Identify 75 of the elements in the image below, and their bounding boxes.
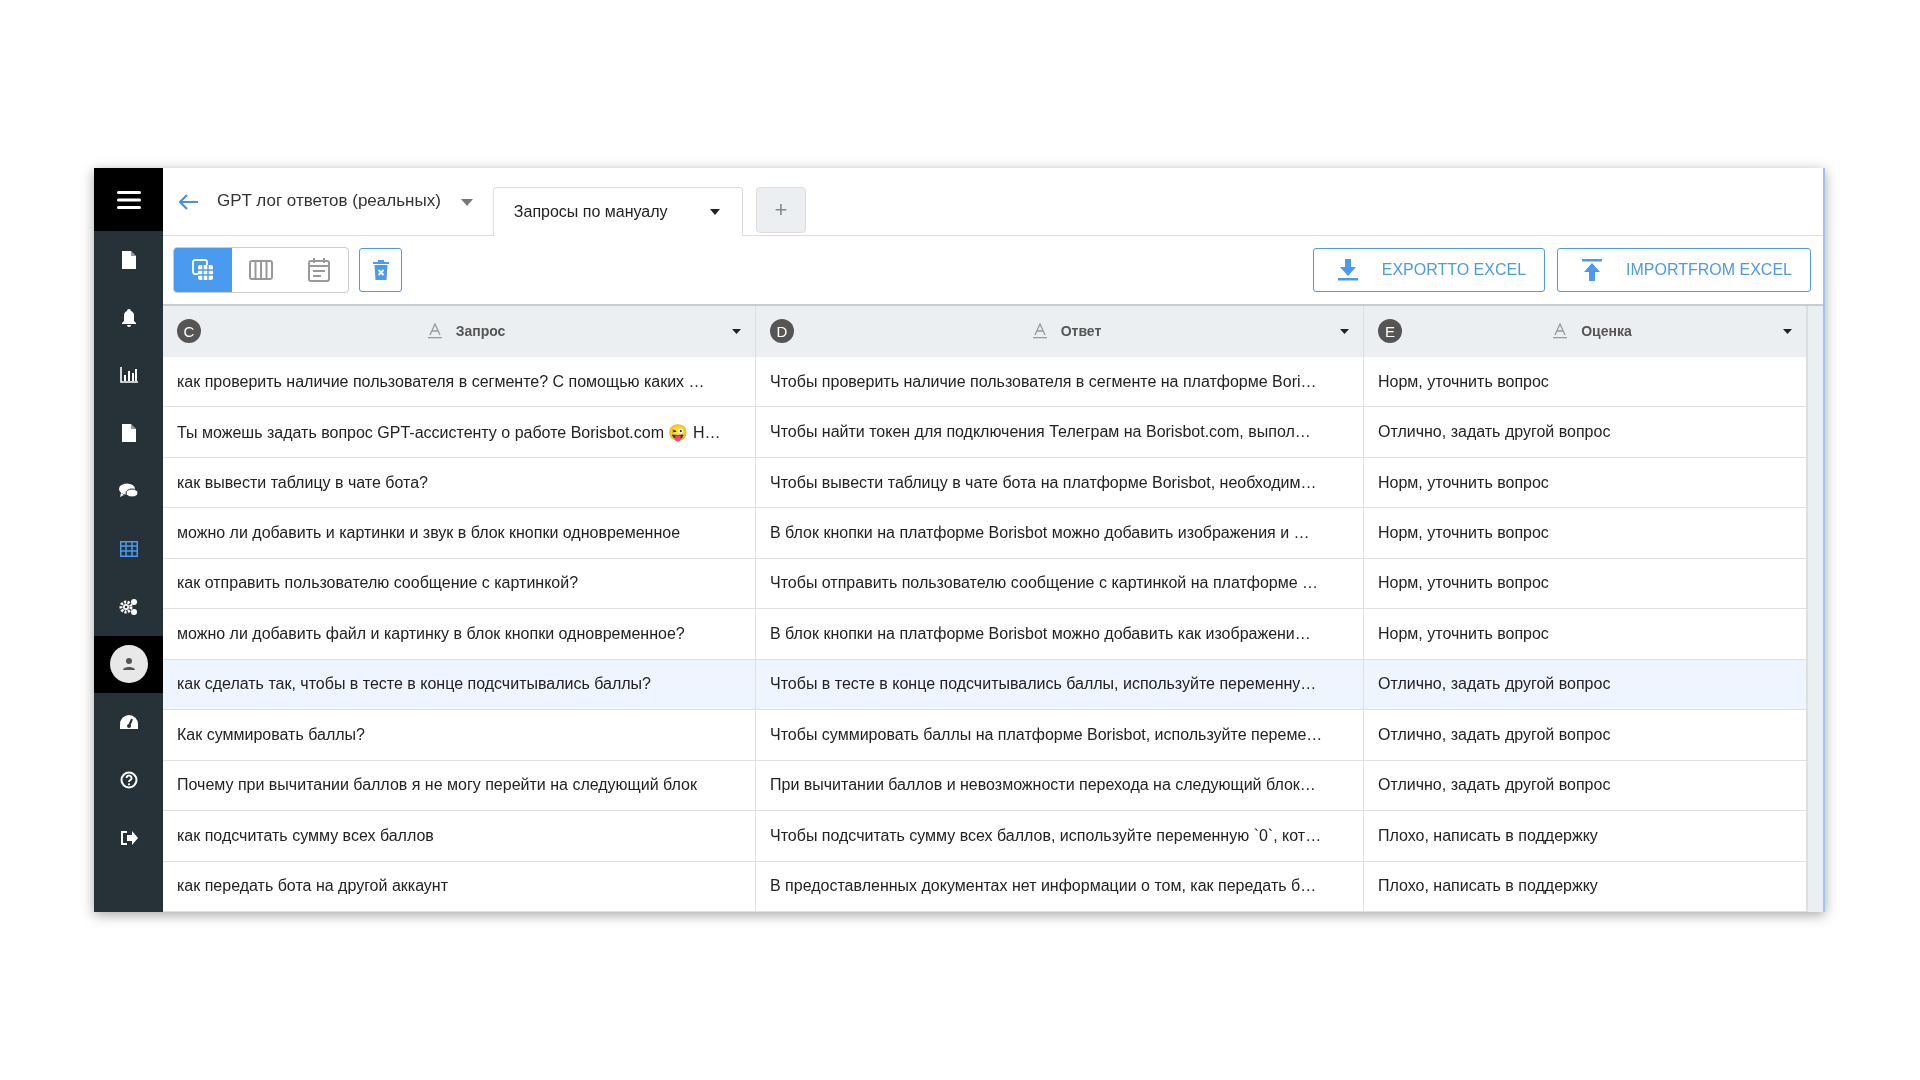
- bell-icon: [120, 308, 137, 327]
- scrollbar[interactable]: [1807, 306, 1823, 912]
- gears-icon: [118, 597, 139, 616]
- table-cell: Чтобы в тесте в конце подсчитывались баллы, используйте переменну…: [756, 659, 1364, 710]
- caret-icon: [709, 209, 720, 215]
- table-row[interactable]: Почему при вычитании баллов я не могу перейти на следующий блок При вычитании баллов и невозможности перехода на следующий блок… Отлично, задать другой вопрос: [163, 760, 1807, 812]
- calendar-icon: [308, 258, 330, 282]
- table-row[interactable]: как проверить наличие пользователя в сегменте? С помощью каких … Чтобы проверить наличие пользователя в сегменте на платформе Bori… Норм, уточнить вопрос: [163, 356, 1807, 408]
- table-cell: можно ли добавить и картинки и звук в блок кнопки одновременное: [163, 508, 756, 558]
- table-cell: В блок кнопки на платформе Borisbot можно добавить как изображени…: [756, 609, 1364, 659]
- table-cell: как проверить наличие пользователя в сегменте? С помощью каких …: [163, 356, 756, 407]
- table-title: GPT лог ответов (реальных): [217, 191, 441, 211]
- caret-icon: [1783, 328, 1792, 334]
- caret-icon: [732, 328, 741, 334]
- upload-icon: [1582, 259, 1603, 281]
- avatar-icon: [109, 645, 148, 684]
- table-cell: Чтобы вывести таблицу в чате бота на платформе Borisbot, необходим…: [756, 457, 1364, 508]
- table-cell: Чтобы отправить пользователю сообщение с картинкой на платформе …: [756, 558, 1364, 609]
- table-cell: как передать бота на другой аккаунт: [163, 861, 756, 912]
- chat-icon: [118, 483, 139, 500]
- table-cell: как вывести таблицу в чате бота?: [163, 457, 756, 508]
- menu-button[interactable]: [94, 168, 163, 231]
- text-type-icon: [1553, 323, 1568, 340]
- view-toggle[interactable]: [174, 248, 232, 292]
- table-cell: как подсчитать сумму всех баллов: [163, 811, 756, 861]
- trash-icon: [372, 260, 389, 280]
- logout-icon: [119, 829, 138, 846]
- column-name: Оценка: [1581, 323, 1632, 340]
- sheet-tab[interactable]: Запросы по мануалу: [492, 187, 743, 236]
- table-row[interactable]: можно ли добавить файл и картинку в блок кнопки одновременное? В блок кнопки на платформе Borisbot можно добавить как изображени… Норм, уточнить вопрос: [163, 609, 1807, 660]
- table-cell: Чтобы найти токен для подключения Телеграм на Borisbot.com, выпол…: [756, 407, 1364, 457]
- document-icon: [121, 250, 136, 269]
- table-cell: Ты можешь задать вопрос GPT-ассистенту о работе Borisbot.com 😜 Н…: [163, 407, 756, 457]
- help-icon: [119, 771, 138, 790]
- table-row[interactable]: можно ли добавить и картинки и звук в блок кнопки одновременное В блок кнопки на платформе Borisbot можно добавить изображения и … Норм, уточнить вопрос: [163, 508, 1807, 559]
- table-cell: как сделать так, чтобы в тесте в конце подсчитывались баллы?: [163, 659, 756, 710]
- table-cell: Чтобы подсчитать сумму всех баллов, используйте переменную `0`, кот…: [756, 811, 1364, 861]
- table-row[interactable]: Как суммировать баллы? Чтобы суммировать баллы на платформе Borisbot, используйте переме… Отлично, задать другой вопрос: [163, 710, 1807, 761]
- document-icon: [121, 424, 136, 443]
- table-cell: В предоставленных документах нет информации о том, как передать б…: [756, 861, 1364, 912]
- download-icon: [1337, 259, 1358, 281]
- table-row[interactable]: как вывести таблицу в чате бота? Чтобы вывести таблицу в чате бота на платформе Borisbot, необходим… Норм, уточнить вопрос: [163, 457, 1807, 509]
- column-header[interactable]: E Оценка: [1364, 306, 1807, 357]
- table-cell: В блок кнопки на платформе Borisbot можно добавить изображения и …: [756, 508, 1364, 558]
- table-row[interactable]: как передать бота на другой аккаунт В предоставленных документах нет информации о том, как передать б… Плохо, написать в поддержку: [163, 861, 1807, 913]
- column-letter: D: [770, 319, 794, 344]
- caret-icon[interactable]: [460, 199, 473, 206]
- table-cell: можно ли добавить файл и картинку в блок кнопки одновременное?: [163, 609, 756, 659]
- text-type-icon: [1032, 323, 1047, 340]
- table-row[interactable]: как подсчитать сумму всех баллов Чтобы подсчитать сумму всех баллов, используйте переменную `0`, кот… Плохо, написать в поддержку: [163, 811, 1807, 862]
- table-cell: Почему при вычитании баллов я не могу перейти на следующий блок: [163, 760, 756, 811]
- column-letter: C: [177, 319, 201, 344]
- column-name: Ответ: [1060, 323, 1102, 340]
- column-header[interactable]: C Запрос: [163, 306, 756, 357]
- table-cell: При вычитании баллов и невозможности перехода на следующий блок…: [756, 760, 1364, 811]
- table-icon: [119, 540, 138, 557]
- table-cell: Чтобы суммировать баллы на платформе Borisbot, используйте переме…: [756, 710, 1364, 760]
- column-letter: E: [1378, 319, 1402, 344]
- menu-icon: [116, 189, 141, 210]
- column-name: Запрос: [455, 323, 506, 340]
- column-header[interactable]: D Ответ: [756, 306, 1364, 357]
- table-cell: Чтобы проверить наличие пользователя в сегменте на платформе Bori…: [756, 356, 1364, 407]
- caret-icon: [1340, 328, 1349, 334]
- table-cell: Как суммировать баллы?: [163, 710, 756, 760]
- table-row[interactable]: как отправить пользователю сообщение с картинкой? Чтобы отправить пользователю сообщение с картинкой на платформе … Норм, уточнить вопрос: [163, 558, 1807, 610]
- table-cell: как отправить пользователю сообщение с картинкой?: [163, 558, 756, 609]
- table-row[interactable]: Ты можешь задать вопрос GPT-ассистенту о работе Borisbot.com 😜 Н… Чтобы найти токен для подключения Телеграм на Borisbot.com, выпол… Отлично, задать другой вопрос: [163, 407, 1807, 458]
- table-row[interactable]: как сделать так, чтобы в тесте в конце подсчитывались баллы? Чтобы в тесте в конце подсчитывались баллы, используйте переменну… Отлично, задать другой вопрос: [163, 659, 1807, 711]
- sidebar-item[interactable]: [94, 635, 163, 694]
- text-type-icon: [427, 323, 442, 340]
- gauge-icon: [118, 714, 139, 731]
- delete-button[interactable]: [359, 248, 402, 292]
- columns-icon: [249, 260, 273, 280]
- bar-chart-icon: [119, 367, 138, 384]
- table-view-icon: [192, 259, 214, 281]
